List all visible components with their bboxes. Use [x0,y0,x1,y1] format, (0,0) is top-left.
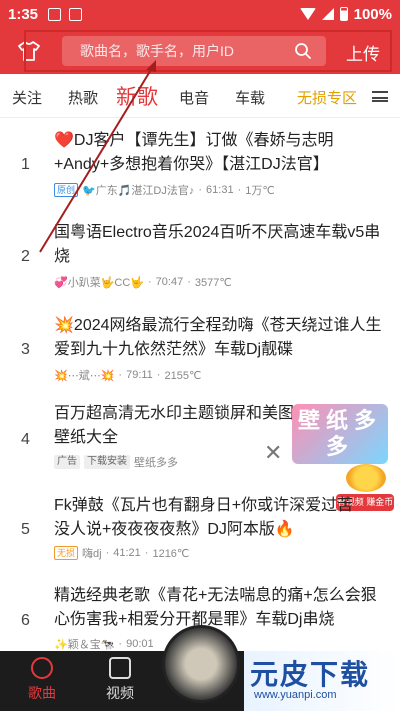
status-bar: 1:35 100% [0,0,400,28]
song-meta: 💥⋯斌⋯💥 · 79:11 · 2155℃ [54,369,202,382]
ad-meta: 广告 下载安装 壁纸多多 [54,454,178,470]
category-tabs: 关注 热歌 新歌 电音 车载 无损专区 [0,74,400,118]
watermark-text: 元皮下载 [250,659,371,690]
song-meta: ✨颖＆宝🐄 · 90:01 [54,638,154,651]
song-title: ❤️DJ客户【谭先生】订做《春娇与志明+Andy+多想抱着你哭》【湛江DJ法官】 [54,132,334,173]
song-duration: 70:47 [155,276,184,288]
song-duration: 41:21 [113,547,141,559]
site-watermark: 元皮下载 www.yuanpi.com [244,651,400,711]
song-badge: 无损 [54,546,79,560]
song-duration: 90:01 [126,638,154,650]
upload-button[interactable]: 上传 [346,40,380,65]
song-title: Fk弹鼓《瓦片也有翻身日+你或许深爱过苦没人说+夜夜夜夜熬》DJ阿本版🔥 [54,497,354,538]
song-duration: 79:11 [126,369,153,381]
nav-videos-label: 视频 [106,685,134,701]
signal-icon [321,8,334,20]
song-meta: 💞小趴菜🤟CC🤟 · 70:47 · 3577℃ [54,276,232,289]
close-ad-icon[interactable]: ✕ [264,440,282,466]
song-title: 国粤语Electro音乐2024百听不厌高速车载v5串烧 [54,224,381,265]
song-heat: 1万℃ [245,185,275,197]
tab-lossless[interactable]: 无损专区 [297,87,357,108]
song-title: 💥2024网络最流行全程劲嗨《苍天绕过谁人生爱到九十九依然茫然》车载Dj靓碟 [54,317,382,358]
status-time: 1:35 [8,5,39,23]
tab-hot[interactable]: 热歌 [68,87,98,108]
battery-icon [339,7,348,21]
song-meta: 原创 🐦广东🎵湛江DJ法官♪ · 61:31 · 1万℃ [54,182,275,198]
ad-rank: 4 [21,431,30,448]
battery-level: 100% [353,5,392,23]
nav-songs-label: 歌曲 [28,685,56,701]
wifi-icon [299,8,316,20]
menu-icon[interactable] [372,91,388,102]
tab-new[interactable]: 新歌 [116,81,158,111]
song-rank: 1 [21,156,30,173]
song-rank: 6 [21,612,30,629]
player-disc-button[interactable] [162,625,240,703]
download-tag[interactable]: 下载安装 [84,455,130,469]
song-rank: 5 [21,521,30,538]
tab-car[interactable]: 车载 [235,87,265,108]
song-heat: 3577℃ [194,276,232,289]
song-heat: 1216℃ [152,547,190,560]
song-rank: 2 [21,248,30,265]
ad-source: 壁纸多多 [134,457,178,469]
song-heat: 2155℃ [164,369,202,382]
song-item[interactable]: 1 ❤️DJ客户【谭先生】订做《春娇与志明+Andy+多想抱着你哭》【湛江DJ法… [0,126,400,198]
ad-title: 百万超高清无水印主题锁屏和美图壁纸大全 [54,405,295,446]
tab-follow[interactable]: 关注 [12,87,42,108]
song-meta: 无损 嗨dj · 41:21 · 1216℃ [54,545,189,561]
app-header: 歌曲名，歌手名，用户ID 上传 [0,28,400,74]
search-bar[interactable]: 歌曲名，歌手名，用户ID [62,36,326,66]
music-disc-icon [31,657,53,679]
song-item[interactable]: 2 国粤语Electro音乐2024百听不厌高速车载v5串烧 💞小趴菜🤟CC🤟 … [0,218,400,290]
song-duration: 61:31 [206,184,234,196]
song-item[interactable]: 3 💥2024网络最流行全程劲嗨《苍天绕过谁人生爱到九十九依然茫然》车载Dj靓碟… [0,311,400,383]
song-rank: 3 [21,341,30,358]
watermark-url: www.yuanpi.com [254,689,337,701]
song-uploader: ✨颖＆宝🐄 [54,639,115,651]
ad-tag: 广告 [54,455,80,469]
song-uploader: 💥⋯斌⋯💥 [54,370,115,382]
coins-icon [346,464,386,492]
search-placeholder: 歌曲名，歌手名，用户ID [80,43,234,59]
song-uploader: 💞小趴菜🤟CC🤟 [54,277,144,289]
song-uploader: 🐦广东🎵湛江DJ法官♪ [82,185,195,197]
app-notification-icon [69,7,83,21]
tab-electronic[interactable]: 电音 [179,87,209,108]
video-icon [109,657,131,679]
skin-shirt-icon[interactable] [18,41,40,61]
song-badge: 原创 [54,183,79,197]
notification-icon [48,7,62,21]
song-uploader: 嗨dj [82,548,102,560]
song-title: 精选经典老歌《青花+无法喘息的痛+怎么会狠心伤害我+相爱分开都是罪》车载Dj串烧 [54,587,377,628]
song-item[interactable]: 5 Fk弹鼓《瓦片也有翻身日+你或许深爱过苦没人说+夜夜夜夜熬》DJ阿本版🔥 无… [0,491,400,563]
search-icon[interactable] [294,42,312,60]
wallpaper-ad-banner[interactable]: 壁纸多多 [292,404,388,464]
nav-songs[interactable]: 歌曲 [22,657,62,703]
nav-videos[interactable]: 视频 [100,657,140,703]
